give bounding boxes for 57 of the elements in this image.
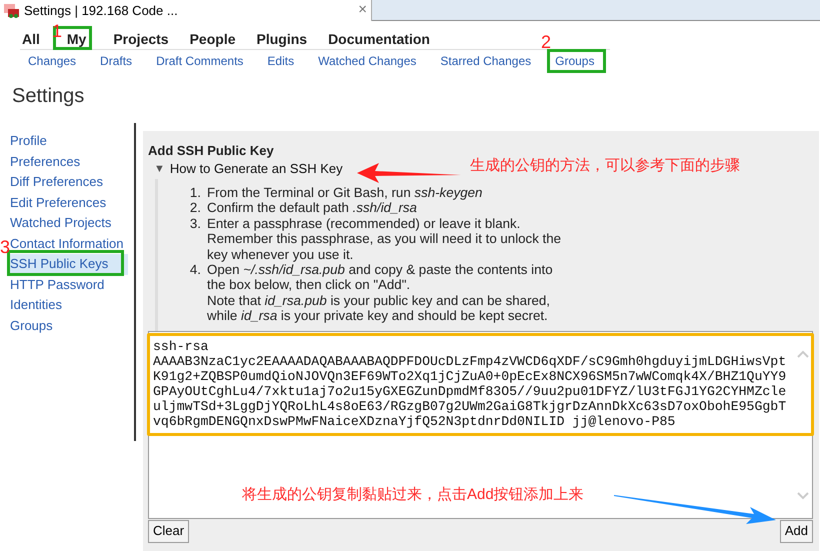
- step-number: 3.: [188, 216, 201, 233]
- sidebar-item[interactable]: Contact Information: [10, 234, 128, 254]
- key-textarea[interactable]: [148, 330, 813, 519]
- annotation-note: 生成的公钥的方法，可以参考下面的步骤: [470, 156, 740, 176]
- sidebar-item[interactable]: Preferences: [10, 152, 128, 172]
- sidebar-item[interactable]: Identities: [10, 295, 128, 316]
- close-button[interactable]: ×: [358, 0, 367, 22]
- arrow-icon: [614, 494, 776, 524]
- sidebar-item[interactable]: Diff Preferences: [10, 172, 128, 192]
- nav-tab[interactable]: Documentation: [328, 28, 430, 50]
- help-title[interactable]: How to Generate an SSH Key: [170, 159, 343, 179]
- sidebar-item[interactable]: Watched Projects: [10, 213, 128, 234]
- sub-nav-link[interactable]: Watched Changes: [318, 52, 416, 70]
- step-number: 1.: [188, 185, 201, 200]
- action-button[interactable]: Add: [780, 520, 813, 543]
- step-text: Confirm the default path .ssh/id_rsa: [207, 200, 418, 216]
- app-icon: [4, 4, 20, 18]
- step-marker: 2: [541, 33, 552, 51]
- sub-nav-link[interactable]: Changes: [28, 52, 76, 70]
- key-text-line: uljmwTSd+3LggDjYQRoLhL4s8oE63/RGzgB07g2UWm2GaiG8TkjgrDzAnnDkXc63sD7oxObohE95GgbT: [153, 398, 786, 414]
- step-number: 2.: [188, 200, 201, 216]
- sidebar-item[interactable]: HTTP Password: [10, 274, 128, 295]
- annotation-note: 将生成的公钥复制黏贴过来，点击Add按钮添加上来: [242, 485, 584, 505]
- disclosure-toggle[interactable]: ▼: [154, 160, 165, 178]
- key-text-line: vq6bRgmDENGQnxDswPMwFNaiceXDznaYjfQ52N3ptdnrDd0NILID jj@lenovo-P85: [153, 414, 676, 429]
- key-text-line: GPAyOUtCghLu4/7xktu1aj7o2u15yGXEGZunDpmdMf83O5//9uu2pu01DFYZ/lU3tFGJ1YG2CYHMZcle: [153, 384, 786, 399]
- nav-tab[interactable]: Plugins: [256, 28, 308, 50]
- step-text: Remember this passphrase, as you will need it to unlock the key whenever you use it.: [207, 231, 562, 262]
- step-marker: 3: [0, 238, 10, 256]
- step-text: From the Terminal or Git Bash, run ssh-keygen: [207, 185, 484, 200]
- sub-nav-link[interactable]: Groups: [555, 52, 594, 70]
- sidebar-item[interactable]: Groups: [10, 316, 128, 336]
- scroll-up-icon[interactable]: [797, 350, 809, 358]
- sidebar-item[interactable]: Edit Preferences: [10, 192, 128, 213]
- step-text: Note that id_rsa.pub is your public key and can be shared, while id_rsa is your private key and should be kept secret.: [207, 292, 551, 324]
- nav-tab[interactable]: People: [190, 28, 236, 50]
- sub-nav-link[interactable]: Edits: [267, 52, 294, 70]
- sub-nav-link[interactable]: Starred Changes: [440, 52, 532, 70]
- step-text: Enter a passphrase (recommended) or leave it blank.: [207, 216, 522, 232]
- panel-title: Add SSH Public Key: [148, 142, 275, 159]
- step-text: Open ~/.ssh/id_rsa.pub and copy & paste the contents into the box below, then click on "Add".: [207, 262, 554, 293]
- sub-nav-link[interactable]: Drafts: [100, 52, 132, 70]
- key-text-line: ssh-rsa: [153, 338, 208, 354]
- nav-tab[interactable]: Projects: [113, 28, 169, 50]
- browser-tab[interactable]: Settings | 192.168 Code ... ×: [0, 0, 372, 21]
- nav-tab[interactable]: All: [22, 28, 40, 50]
- scroll-down-icon[interactable]: [797, 492, 809, 500]
- highlight-frame: [547, 49, 606, 73]
- sidebar-item[interactable]: Profile: [10, 131, 128, 152]
- tab-title: Settings | 192.168 Code ...: [24, 2, 178, 20]
- step-number: 4.: [188, 262, 201, 280]
- key-text-line: K91g2+ZQBSP0umdQioNJOVQn3EF69WTo2Xq1jCjZuA0+0pEcEx8NCX96SM5n7wWComqk4X/BHZ1QuYY9: [153, 368, 786, 384]
- nav-tab[interactable]: My: [60, 28, 92, 50]
- sub-nav-link[interactable]: Draft Comments: [156, 52, 244, 70]
- key-text-line: AAAAB3NzaC1yc2EAAAADAQABAAABAQDPFDOUcDLzFmp4zVWCD6qXDF/sC9Gmh0hgduyijmLDGHiwsVpt: [153, 354, 786, 369]
- action-button[interactable]: Clear: [148, 520, 190, 543]
- page-title: Settings: [11, 84, 86, 109]
